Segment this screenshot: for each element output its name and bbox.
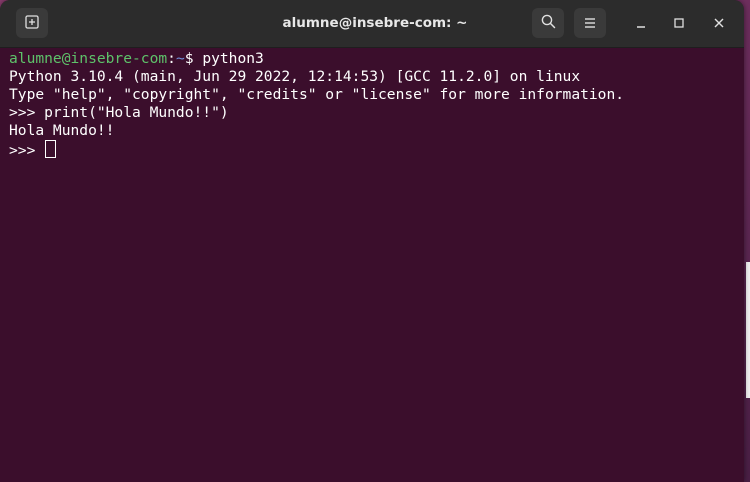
prompt-command: python3 [202,50,264,67]
title-bar[interactable]: alumne@insebre-com: ~ [0,0,744,48]
output-line: Python 3.10.4 (main, Jun 29 2022, 12:14:… [9,68,581,85]
desktop-edge-window [746,262,750,398]
window-title: alumne@insebre-com: ~ [282,15,468,31]
prompt-separator: : [167,50,176,67]
repl-prompt: >>> [9,142,45,159]
new-tab-icon [25,14,39,33]
menu-button[interactable] [574,8,606,38]
minimize-icon [635,14,647,33]
maximize-icon [673,14,685,33]
minimize-button[interactable] [628,10,654,36]
prompt-user-host: alumne@insebre-com [9,50,168,67]
repl-input-line[interactable]: >>> [9,140,744,159]
output-line: Hola Mundo!! [9,122,115,139]
close-icon [713,14,725,33]
prompt-symbol: $ [184,50,203,67]
shell-prompt-line: alumne@insebre-com:~$ python3 [9,50,744,68]
search-button[interactable] [532,8,564,38]
maximize-button[interactable] [666,10,692,36]
text-cursor [45,140,57,158]
prompt-path: ~ [175,50,185,67]
terminal-output[interactable]: alumne@insebre-com:~$ python3 Python 3.1… [0,48,744,482]
search-icon [541,14,556,33]
close-button[interactable] [706,10,732,36]
hamburger-menu-icon [583,14,597,33]
new-tab-button[interactable] [16,8,48,38]
output-line: >>> print("Hola Mundo!!") [9,104,229,121]
terminal-window: alumne@insebre-com: ~ alumne@insebre-com… [0,0,744,482]
output-line: Type "help", "copyright", "credits" or "… [9,86,625,103]
